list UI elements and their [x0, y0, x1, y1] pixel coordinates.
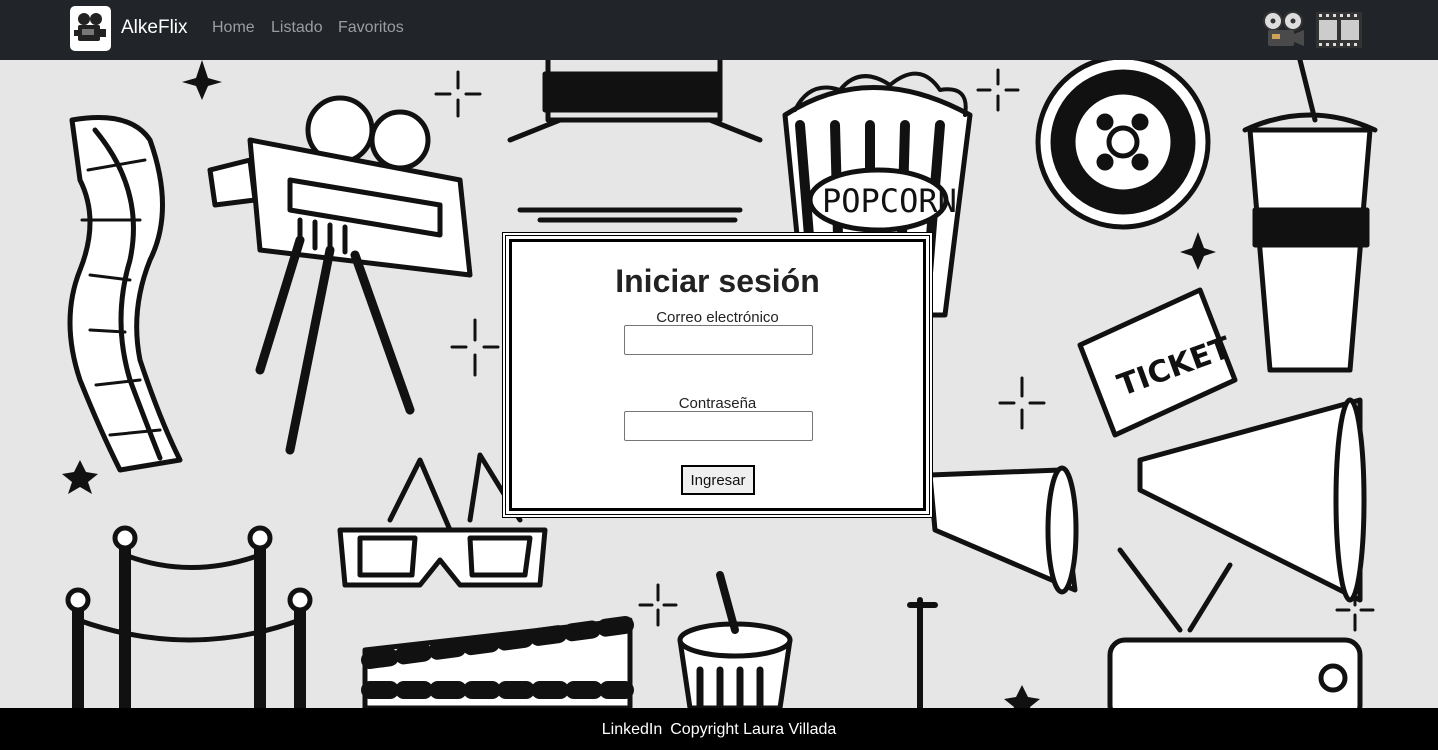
copyright-text: Copyright Laura Villada	[670, 721, 837, 738]
login-form: Iniciar sesión Correo electrónico Contra…	[502, 232, 933, 518]
popcorn-sign-text: POPCORN	[822, 182, 957, 220]
email-label: Correo electrónico	[656, 309, 779, 326]
top-navbar: AlkeFlix Home Listado Favoritos	[0, 0, 1438, 60]
director-chair-doodle	[507, 60, 763, 223]
password-field[interactable]	[624, 411, 813, 441]
film-strip-doodle	[67, 115, 183, 473]
film-reel-doodle	[1035, 60, 1211, 230]
password-label: Contraseña	[678, 395, 757, 412]
small-cup-doodle	[677, 571, 793, 708]
film-strip-icon	[1316, 12, 1362, 48]
film-projector-icon	[1263, 11, 1304, 46]
nav-link-favoritos[interactable]: Favoritos	[338, 19, 404, 37]
movie-camera-icon[interactable]	[70, 6, 111, 51]
velvet-rope-doodle	[65, 525, 313, 708]
nav-link-home[interactable]: Home	[212, 19, 255, 37]
nav-link-listado[interactable]: Listado	[271, 19, 323, 37]
ticket-doodle: TICKET	[1077, 287, 1238, 438]
login-title: Iniciar sesión	[615, 263, 820, 299]
camera-doodle	[207, 95, 473, 455]
drink-cup-doodle	[1242, 60, 1378, 373]
page-footer: LinkedIn Copyright Laura Villada	[0, 708, 1438, 750]
clapperboard-doodle	[361, 616, 634, 708]
login-submit-button[interactable]: Ingresar	[681, 465, 755, 495]
brand-name[interactable]: AlkeFlix	[121, 17, 188, 39]
email-field[interactable]	[624, 325, 813, 355]
linkedin-link[interactable]: LinkedIn	[602, 721, 663, 738]
